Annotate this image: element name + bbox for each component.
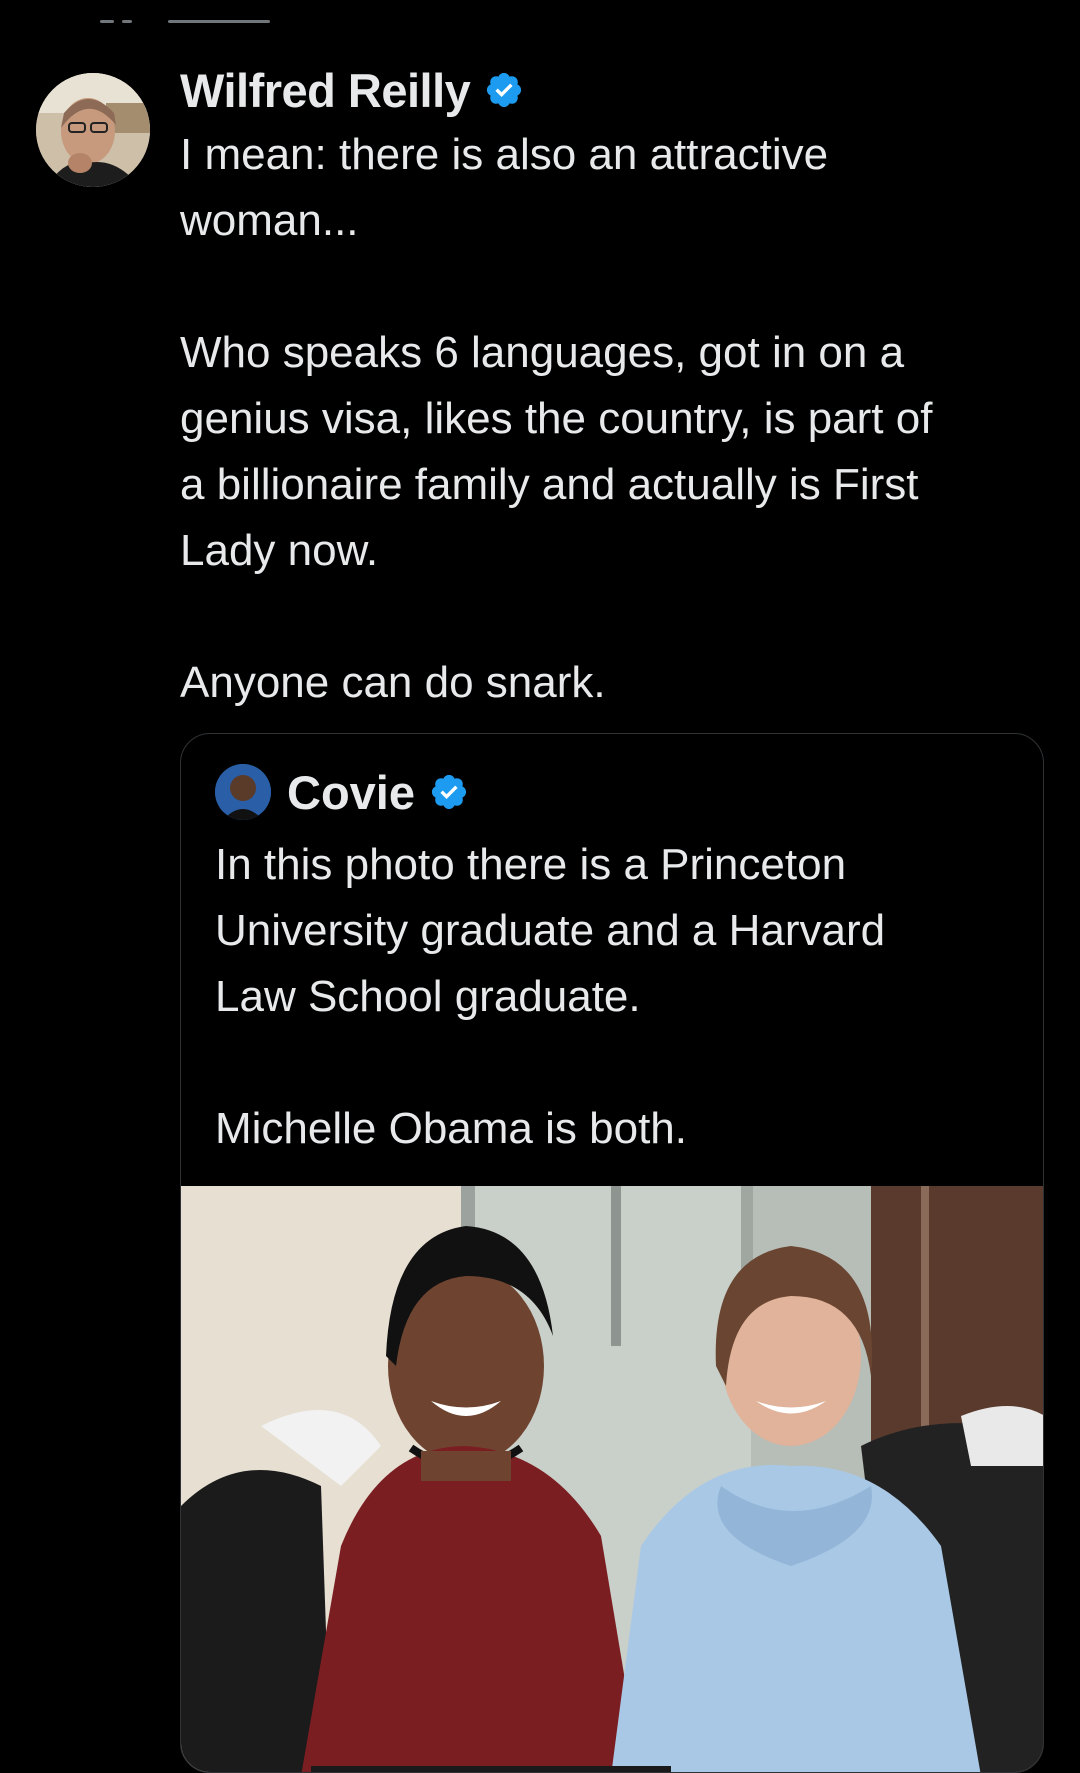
- verified-badge-icon: [431, 774, 467, 810]
- post-text: I mean: there is also an attractive woma…: [180, 130, 933, 707]
- verified-badge-icon: [487, 72, 522, 108]
- author-avatar[interactable]: [36, 73, 150, 187]
- quoted-author-name: Covie: [287, 765, 415, 819]
- main-post[interactable]: Wilfred Reilly I mean: there is also an …: [180, 60, 1050, 716]
- post-author-name[interactable]: Wilfred Reilly: [180, 63, 471, 118]
- quoted-author-avatar: [215, 764, 271, 820]
- quoted-post-card[interactable]: Covie In this photo there is a Princeton…: [180, 733, 1044, 1773]
- top-cutoff-text: [100, 20, 270, 28]
- quoted-post-text: In this photo there is a Princeton Unive…: [215, 840, 886, 1153]
- quoted-post-photo[interactable]: [181, 1186, 1044, 1773]
